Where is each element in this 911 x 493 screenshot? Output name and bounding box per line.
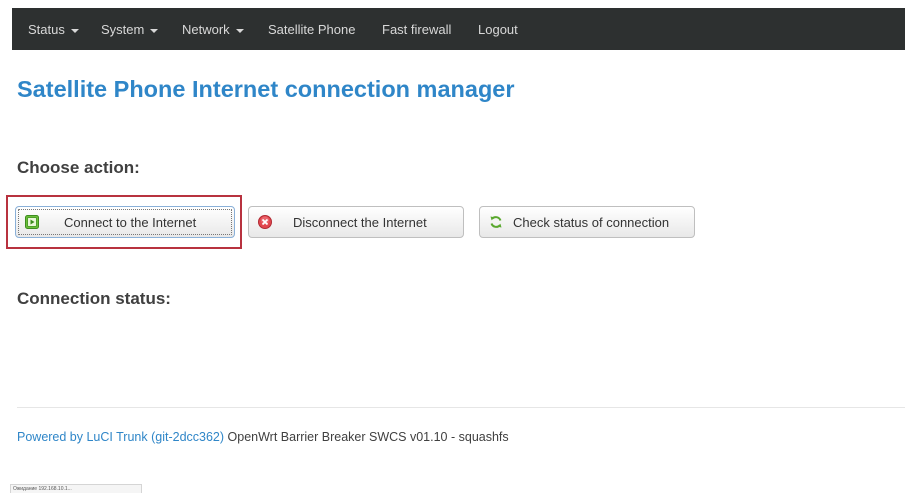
play-green-icon xyxy=(25,215,39,229)
caret-down-icon xyxy=(235,28,244,33)
footer: Powered by LuCI Trunk (git-2dcc362) Open… xyxy=(17,430,509,444)
refresh-green-icon xyxy=(490,216,502,228)
nav-network-menu[interactable]: Network xyxy=(182,22,244,37)
close-red-icon xyxy=(258,215,272,229)
nav-satellite-phone-link[interactable]: Satellite Phone xyxy=(268,22,355,37)
nav-satellite-phone-label: Satellite Phone xyxy=(268,22,356,37)
luci-link[interactable]: Powered by LuCI Trunk (git-2dcc362) xyxy=(17,430,224,444)
caret-down-icon xyxy=(150,28,159,33)
disconnect-button[interactable]: Disconnect the Internet xyxy=(248,206,464,238)
footer-version-text: OpenWrt Barrier Breaker SWCS v01.10 - sq… xyxy=(224,430,509,444)
connect-button-label: Connect to the Internet xyxy=(64,215,197,230)
nav-system-label: System xyxy=(101,22,145,37)
nav-status-label: Status xyxy=(28,22,65,37)
nav-fast-firewall-label: Fast firewall xyxy=(382,22,452,37)
footer-divider xyxy=(17,407,905,408)
nav-logout-label: Logout xyxy=(478,22,518,37)
browser-status-bar: Ожидание 192.168.10.1... xyxy=(10,484,142,493)
top-navbar: Status System Network Satellite Phone Fa… xyxy=(12,8,905,50)
nav-logout-link[interactable]: Logout xyxy=(478,22,518,37)
nav-network-label: Network xyxy=(182,22,230,37)
check-status-button-label: Check status of connection xyxy=(513,215,670,230)
nav-fast-firewall-link[interactable]: Fast firewall xyxy=(382,22,451,37)
connection-status-heading: Connection status: xyxy=(17,289,171,308)
choose-action-heading: Choose action: xyxy=(17,158,140,177)
nav-status-menu[interactable]: Status xyxy=(28,22,79,37)
check-status-button[interactable]: Check status of connection xyxy=(479,206,695,238)
browser-status-text: Ожидание 192.168.10.1... xyxy=(13,486,72,492)
caret-down-icon xyxy=(70,28,79,33)
nav-system-menu[interactable]: System xyxy=(101,22,159,37)
disconnect-button-label: Disconnect the Internet xyxy=(293,215,427,230)
page-title: Satellite Phone Internet connection mana… xyxy=(17,76,515,102)
connect-button[interactable]: Connect to the Internet xyxy=(15,206,235,238)
